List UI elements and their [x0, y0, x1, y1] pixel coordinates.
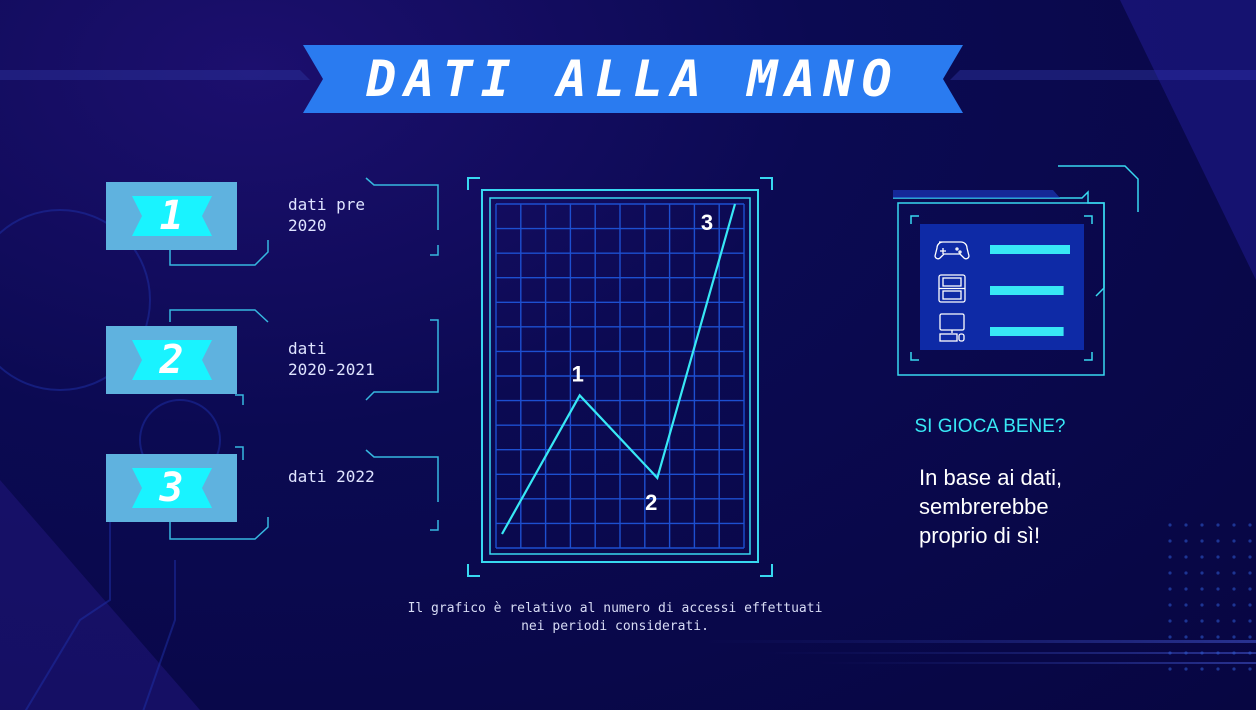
decor-dot: [1200, 587, 1204, 591]
chart-point-label-3: 3: [701, 210, 713, 235]
decor-dot: [1248, 635, 1252, 639]
decor-dot: [1216, 587, 1220, 591]
decor-dot: [1168, 635, 1172, 639]
decor-dot: [1200, 603, 1204, 607]
period-badge-3: 3: [106, 454, 237, 522]
decor-dot: [1232, 603, 1236, 607]
period-label-1: dati pre 2020: [288, 195, 366, 235]
decor-dot: [1232, 555, 1236, 559]
decor-dot: [1232, 635, 1236, 639]
decor-dot: [1184, 667, 1188, 671]
decor-dot: [1248, 619, 1252, 623]
question-heading: SI GIOCA BENE?: [914, 416, 1066, 437]
badge-number: 1: [159, 193, 184, 239]
decor-dot: [1232, 619, 1236, 623]
decor-dot: [1184, 587, 1188, 591]
decor-dot: [1248, 587, 1252, 591]
decor-dot: [1200, 523, 1204, 527]
decor-dot: [1248, 555, 1252, 559]
chart-point-label-2: 2: [645, 490, 657, 515]
period-badge-2: 2: [106, 326, 237, 394]
decor-dot: [1216, 603, 1220, 607]
access-line-chart: 1 2 3: [467, 177, 773, 577]
usage-bar: [990, 245, 1070, 254]
decor-dot: [1168, 571, 1172, 575]
usage-bar: [990, 286, 1064, 295]
badge-number: 2: [159, 337, 184, 383]
decor-dot: [1232, 571, 1236, 575]
decor-dot: [1248, 523, 1252, 527]
decor-dot: [1248, 571, 1252, 575]
chart-point-label-1: 1: [572, 361, 584, 386]
decor-dot: [1168, 539, 1172, 543]
decor-dot: [1184, 651, 1188, 655]
answer-text: In base ai dati, sembrerebbe proprio di …: [919, 465, 1063, 548]
page-title: DATI ALLA MANO: [366, 50, 900, 108]
chart-grid: [495, 203, 745, 549]
decor-dot: [1232, 523, 1236, 527]
decor-dot: [1200, 667, 1204, 671]
decor-dot: [1216, 619, 1220, 623]
device-panel: [893, 165, 1139, 376]
decor-dot: [1168, 523, 1172, 527]
decor-dot: [1248, 539, 1252, 543]
decor-dot: [1200, 651, 1204, 655]
decor-dot: [1184, 555, 1188, 559]
decor-dot: [1232, 667, 1236, 671]
decor-dot: [1216, 571, 1220, 575]
decor-dot: [1168, 619, 1172, 623]
decor-dot: [1200, 571, 1204, 575]
decor-dot: [1248, 667, 1252, 671]
decor-dot: [1232, 587, 1236, 591]
decor-dot: [1248, 603, 1252, 607]
decor-dot: [1168, 667, 1172, 671]
decor-dot: [1200, 539, 1204, 543]
decor-dot: [1216, 555, 1220, 559]
decor-dot: [1232, 651, 1236, 655]
decor-dot: [1184, 603, 1188, 607]
decor-dot: [1216, 539, 1220, 543]
decor-dot: [1200, 635, 1204, 639]
period-label-2: dati 2020-2021: [288, 339, 375, 379]
decor-dot: [1184, 635, 1188, 639]
decor-dot: [1168, 555, 1172, 559]
decor-dot: [1184, 619, 1188, 623]
chart-point-labels: 1 2 3: [572, 210, 714, 515]
decor-dot: [1216, 651, 1220, 655]
title-banner: DATI ALLA MANO: [303, 45, 963, 113]
decor-dot: [1216, 523, 1220, 527]
decor-dot: [1184, 523, 1188, 527]
decor-dot: [1216, 667, 1220, 671]
period-badge-1: 1: [106, 182, 237, 250]
decor-dot: [1232, 539, 1236, 543]
decor-dot: [1168, 587, 1172, 591]
period-label-3: dati 2022: [288, 467, 375, 486]
decor-dot: [1248, 651, 1252, 655]
decor-dot: [1168, 651, 1172, 655]
decor-dot: [1216, 635, 1220, 639]
decor-dot: [1200, 619, 1204, 623]
decor-dot: [1184, 539, 1188, 543]
decor-dot: [1168, 603, 1172, 607]
decor-dot: [1184, 571, 1188, 575]
chart-caption: Il grafico è relativo al numero di acces…: [407, 601, 823, 634]
decor-dot: [1200, 555, 1204, 559]
badge-number: 3: [159, 465, 184, 511]
usage-bar: [990, 327, 1064, 336]
